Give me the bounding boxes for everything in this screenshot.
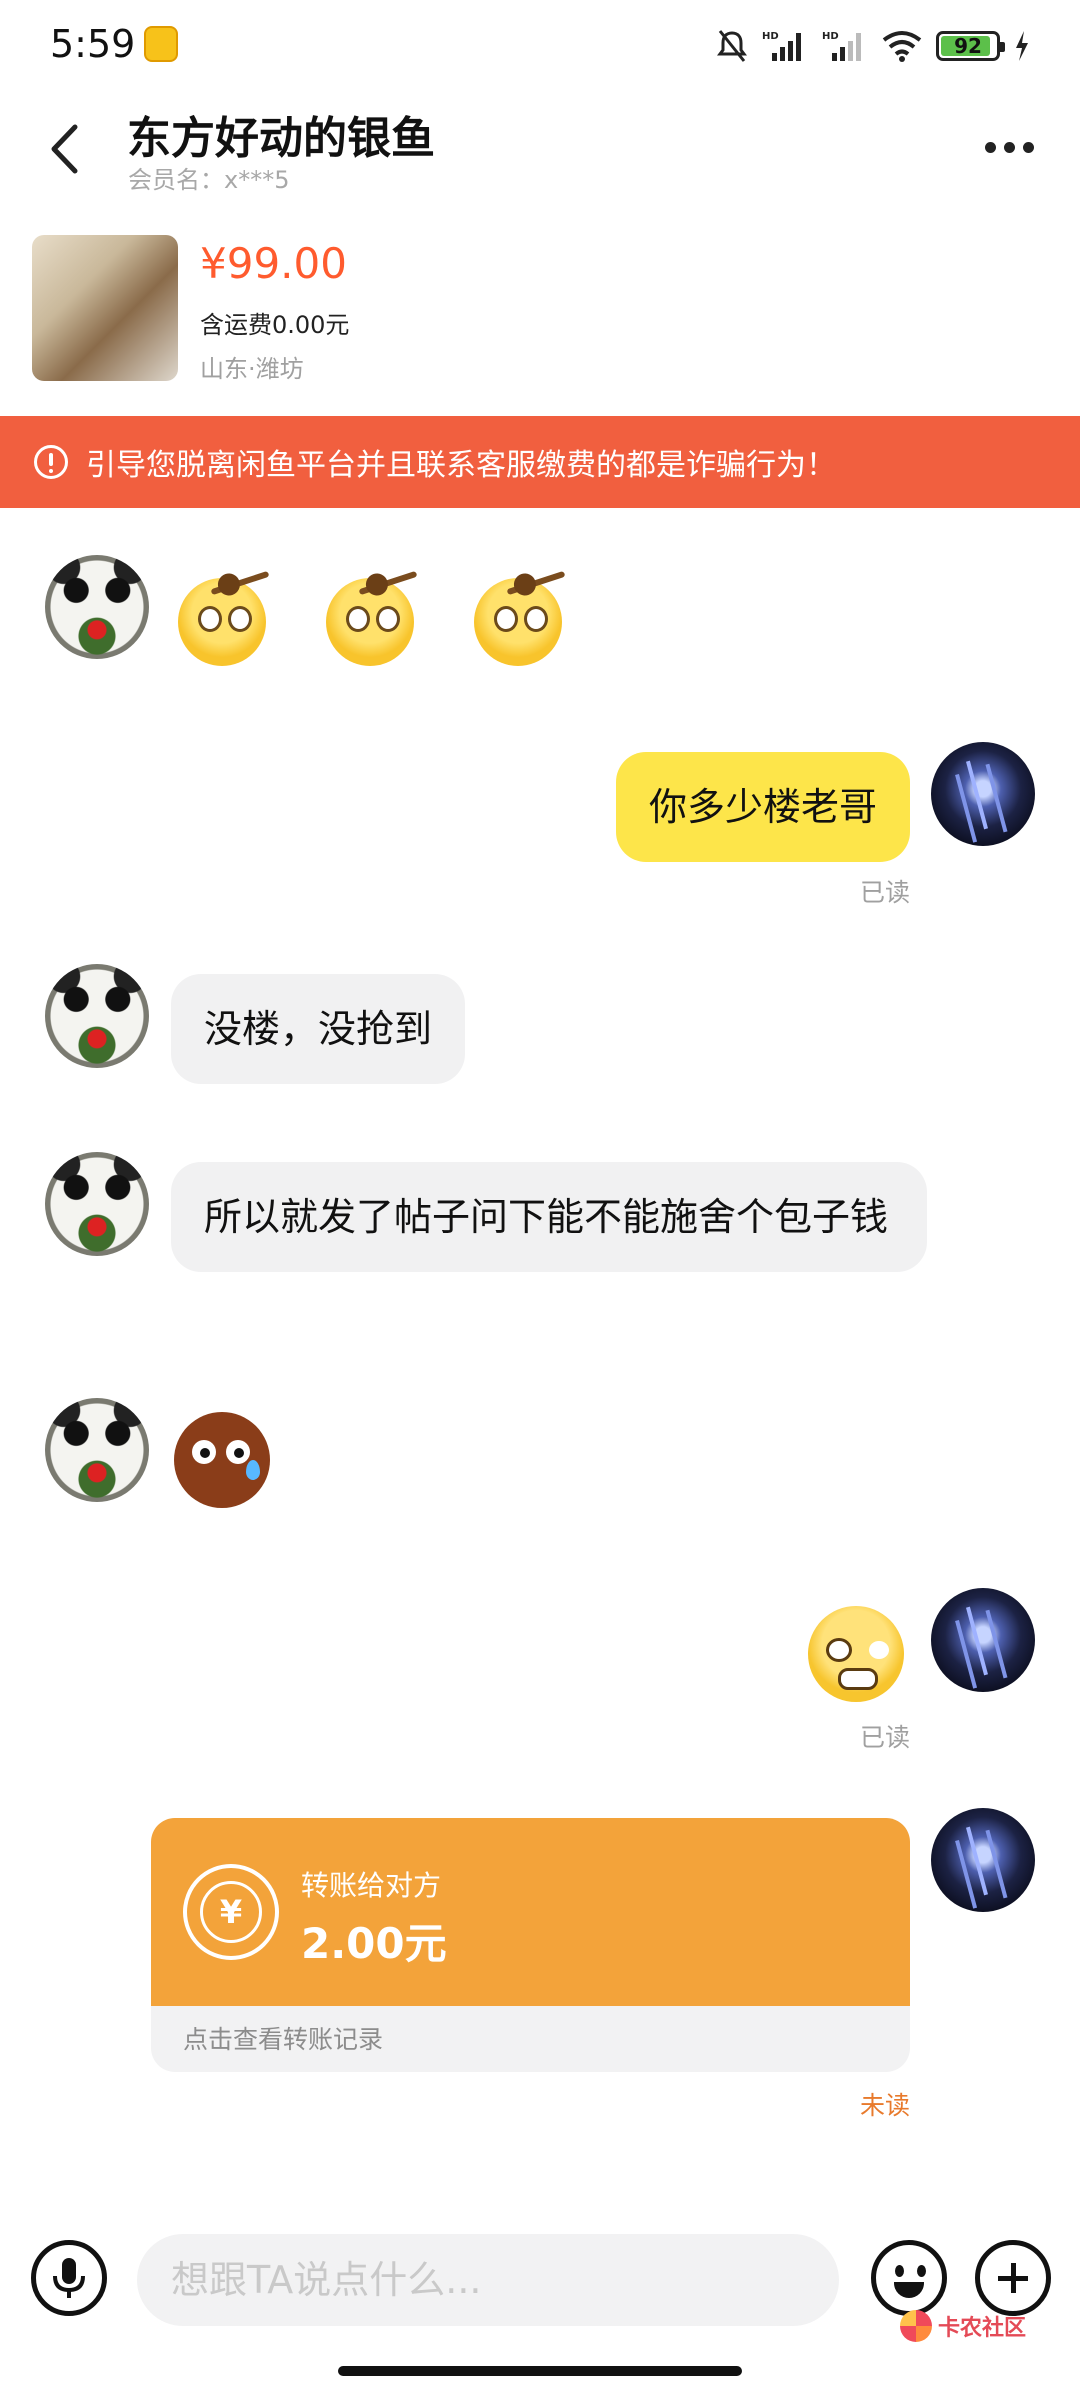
more-options-button[interactable]: [974, 122, 1044, 172]
product-location: 山东·潍坊: [200, 355, 304, 383]
avatar-other[interactable]: [45, 964, 149, 1068]
emoji-button[interactable]: [871, 2240, 947, 2316]
back-button[interactable]: [36, 114, 92, 184]
app-notification-icon: [144, 26, 178, 62]
home-indicator[interactable]: [338, 2366, 742, 2376]
fraud-warning-banner: 引导您脱离闲鱼平台并且联系客服缴费的都是诈骗行为！: [0, 416, 1080, 508]
message-bubble-in[interactable]: 没楼，没抢到: [171, 974, 466, 1084]
charging-icon: [1016, 31, 1028, 61]
unread-status: 未读: [859, 2091, 910, 2120]
svg-text:HD: HD: [762, 31, 779, 42]
product-price: ¥99.00: [200, 239, 347, 288]
yuan-icon: ¥: [200, 1881, 262, 1943]
battery-level: 92: [954, 34, 982, 58]
mute-icon: [717, 30, 747, 62]
product-shipping: 含运费0.00元: [200, 311, 350, 339]
add-more-button[interactable]: [975, 2240, 1051, 2316]
chat-title: 东方好动的银鱼: [127, 113, 435, 164]
microphone-icon: [53, 2258, 85, 2298]
hd-signal-icon: HD: [762, 31, 801, 61]
status-bar: 5:59 HD HD 92: [0, 0, 1080, 92]
avatar-other[interactable]: [45, 555, 149, 659]
watermark-logo-icon: [900, 2310, 932, 2342]
warning-icon: [34, 445, 68, 479]
voice-button[interactable]: [31, 2240, 107, 2316]
chat-header: 东方好动的银鱼 会员名：x***5: [0, 92, 1080, 202]
watermark: 卡农社区: [900, 2310, 1026, 2342]
avatar-other[interactable]: [45, 1398, 149, 1502]
transfer-icon: ¥: [183, 1864, 279, 1960]
watermark-text: 卡农社区: [938, 2316, 1027, 2341]
avatar-self[interactable]: [931, 742, 1035, 846]
dot-icon: [984, 141, 996, 153]
transfer-label: 转账给对方: [301, 1869, 442, 1902]
status-time: 5:59: [50, 22, 136, 66]
wifi-icon: [882, 31, 922, 62]
product-card[interactable]: ¥99.00 含运费0.00元 山东·潍坊: [0, 225, 1080, 385]
tear-icon: [246, 1460, 260, 1480]
read-status: 已读: [859, 1723, 910, 1752]
transfer-card-header: ¥ 转账给对方 2.00元: [151, 1818, 910, 2006]
product-thumbnail[interactable]: [32, 235, 178, 381]
message-input[interactable]: [137, 2234, 839, 2326]
battery-icon: 92: [936, 31, 1005, 61]
dot-icon: [1022, 141, 1034, 153]
warning-text: 引导您脱离闲鱼平台并且联系客服缴费的都是诈骗行为！: [86, 448, 836, 483]
avatar-other[interactable]: [45, 1152, 149, 1256]
status-indicators: HD HD 92: [716, 26, 1030, 66]
worried-emoji-sticker[interactable]: [808, 1606, 904, 1702]
message-bubble-out[interactable]: 你多少楼老哥: [615, 752, 910, 862]
avatar-self[interactable]: [931, 1808, 1035, 1912]
message-bubble-in[interactable]: 所以就发了帖子问下能不能施舍个包子钱: [171, 1162, 927, 1272]
transfer-amount: 2.00元: [301, 1919, 447, 1968]
transfer-card[interactable]: ¥ 转账给对方 2.00元 点击查看转账记录: [151, 1818, 910, 2072]
view-transfer-record-link[interactable]: 点击查看转账记录: [183, 2020, 383, 2056]
chevron-left-icon: [51, 124, 78, 174]
dot-icon: [1003, 141, 1015, 153]
svg-text:HD: HD: [822, 31, 839, 42]
member-name: 会员名：x***5: [128, 166, 290, 194]
hd-signal-icon: HD: [822, 31, 861, 61]
avatar-self[interactable]: [931, 1588, 1035, 1692]
read-status: 已读: [859, 878, 910, 907]
